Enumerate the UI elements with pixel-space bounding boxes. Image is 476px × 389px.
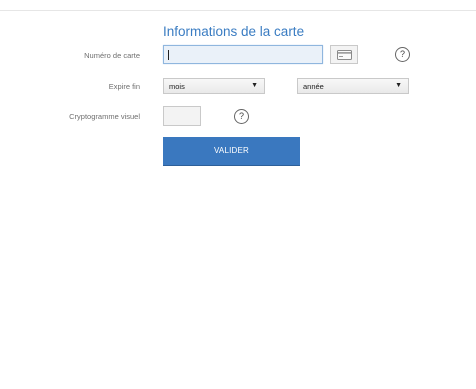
cvv-input[interactable] [163, 106, 201, 126]
expiry-label: Expire fin [108, 82, 140, 91]
validate-button[interactable]: VALIDER [163, 137, 300, 165]
chevron-down-icon: ▼ [251, 82, 258, 89]
card-number-help-icon[interactable]: ? [395, 47, 410, 62]
expiry-month-value: mois [169, 82, 185, 91]
expiry-year-select[interactable]: année ▼ [297, 78, 409, 94]
card-number-label: Numéro de carte [84, 51, 140, 60]
top-divider [0, 10, 476, 11]
chevron-down-icon: ▼ [395, 82, 402, 89]
expiry-year-value: année [303, 82, 324, 91]
text-caret [168, 50, 169, 60]
cvv-help-icon[interactable]: ? [234, 109, 249, 124]
form-title: Informations de la carte [163, 24, 305, 39]
cvv-label: Cryptogramme visuel [69, 112, 140, 121]
card-type-indicator [330, 45, 358, 64]
credit-card-icon [337, 50, 352, 60]
card-number-input[interactable] [163, 45, 323, 64]
expiry-month-select[interactable]: mois ▼ [163, 78, 265, 94]
